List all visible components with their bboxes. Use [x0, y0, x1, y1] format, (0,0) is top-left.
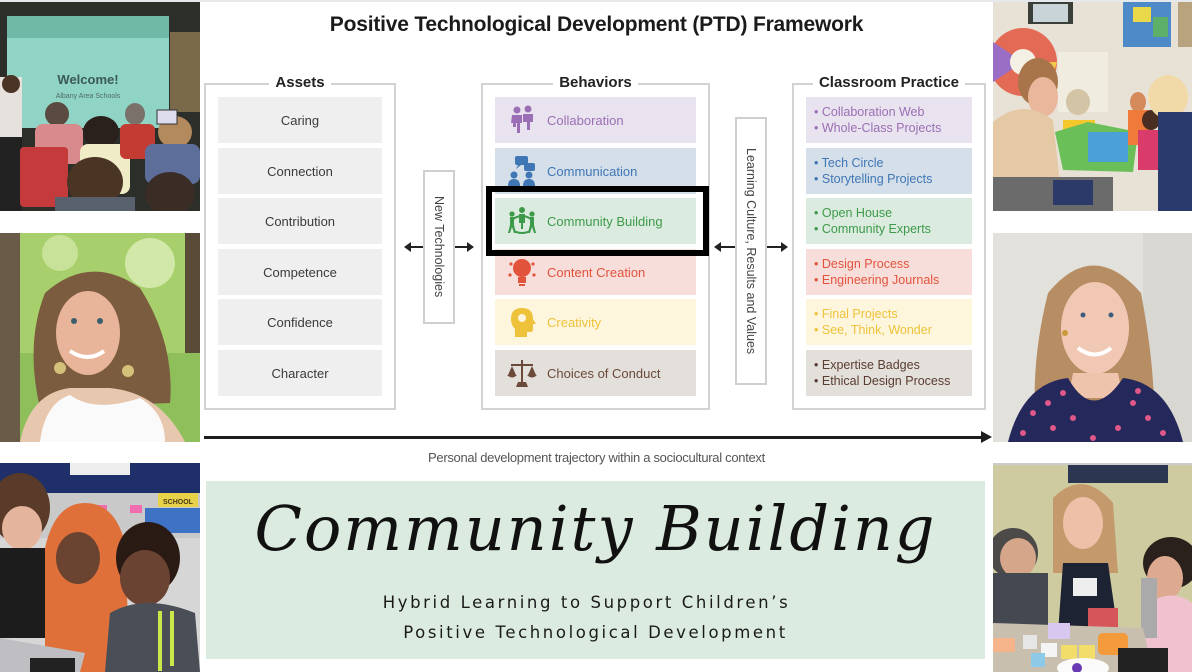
left-arrow-icon: [404, 242, 423, 252]
practice-line: Expertise Badges: [814, 357, 920, 373]
school-sign-text: SCHOOL: [163, 499, 194, 506]
practice-item: Collaboration Web Whole-Class Projects: [806, 97, 972, 143]
practice-line: Tech Circle: [814, 155, 884, 171]
trajectory-arrow-icon: [204, 431, 992, 443]
behavior-label: Communication: [547, 163, 638, 179]
title-banner: Community Building Hybrid Learning to Su…: [206, 481, 985, 659]
teacher-students-laptop-photo: SCHOOL: [0, 463, 200, 672]
practice-item: Design Process Engineering Journals: [806, 249, 972, 295]
asset-item: Contribution: [218, 198, 382, 244]
assets-heading: Assets: [269, 74, 331, 91]
asset-item: Confidence: [218, 299, 382, 345]
content-creation-bulb-icon: [508, 259, 536, 286]
practice-line: Design Process: [814, 256, 910, 272]
left-arrow-icon: [714, 242, 735, 252]
asset-item: Caring: [218, 97, 382, 143]
right-arrow-icon: [767, 242, 788, 252]
community-building-highlight-frame: [486, 186, 709, 256]
learning-culture-box: Learning Culture, Results and Values: [735, 117, 767, 385]
classroom-practice-heading: Classroom Practice: [812, 74, 966, 91]
practice-item: Final Projects See, Think, Wonder: [806, 299, 972, 345]
practice-line: Community Experts: [814, 221, 931, 237]
banner-subtitle-line1: Hybrid Learning to Support Children’s: [382, 593, 791, 612]
diagram-title: Positive Technological Development (PTD)…: [329, 13, 864, 36]
behavior-item-collaboration: Collaboration: [495, 97, 696, 143]
practice-item: Tech Circle Storytelling Projects: [806, 148, 972, 194]
behavior-label: Collaboration: [547, 112, 624, 128]
behavior-item-choices-of-conduct: Choices of Conduct: [495, 350, 696, 396]
behavior-item-creativity: Creativity: [495, 299, 696, 345]
practice-line: Ethical Design Process: [814, 373, 951, 389]
behavior-label: Content Creation: [547, 264, 646, 280]
workshop-presentation-photo: Welcome! Albany Area Schools: [0, 2, 200, 211]
practice-line: Open House: [814, 205, 892, 221]
welcome-slide-text: Welcome!: [57, 72, 118, 87]
practice-line: Final Projects: [814, 306, 898, 322]
portrait-woman-curly-hair-photo: [0, 233, 200, 442]
learning-culture-label: Learning Culture, Results and Values: [744, 147, 758, 355]
asset-item: Competence: [218, 249, 382, 295]
asset-item: Connection: [218, 148, 382, 194]
behaviors-heading: Behaviors: [553, 74, 638, 91]
behavior-label: Creativity: [547, 314, 602, 330]
assets-panel: Assets Caring Connection Contribution Co…: [204, 74, 396, 410]
banner-title: Community Building: [254, 492, 937, 565]
portrait-woman-long-hair-photo: [993, 233, 1192, 442]
practice-item: Open House Community Experts: [806, 198, 972, 244]
teacher-reading-to-children-photo: [993, 2, 1192, 211]
practice-line: Collaboration Web: [814, 104, 925, 120]
new-technologies-label: New Technologies: [432, 196, 446, 298]
practice-line: Storytelling Projects: [814, 171, 932, 187]
asset-item: Character: [218, 350, 382, 396]
robotics-workshop-photo: [993, 463, 1192, 672]
banner-subtitle-line2: Positive Technological Development: [403, 623, 788, 642]
right-arrow-icon: [455, 242, 474, 252]
practice-item: Expertise Badges Ethical Design Process: [806, 350, 972, 396]
behavior-label: Choices of Conduct: [547, 365, 661, 381]
slide-subtext: Albany Area Schools: [56, 93, 121, 100]
communication-chat-icon: [508, 156, 535, 186]
trajectory-label: Personal development trajectory within a…: [428, 450, 765, 465]
collaboration-people-icon: [511, 105, 533, 133]
scales-icon: [507, 360, 537, 387]
new-technologies-box: New Technologies: [423, 170, 455, 324]
practice-line: Whole-Class Projects: [814, 120, 941, 136]
creativity-head-icon: [511, 308, 536, 337]
practice-line: See, Think, Wonder: [814, 322, 932, 338]
practice-line: Engineering Journals: [814, 272, 939, 288]
classroom-practice-panel: Classroom Practice Collaboration Web Who…: [792, 74, 986, 410]
